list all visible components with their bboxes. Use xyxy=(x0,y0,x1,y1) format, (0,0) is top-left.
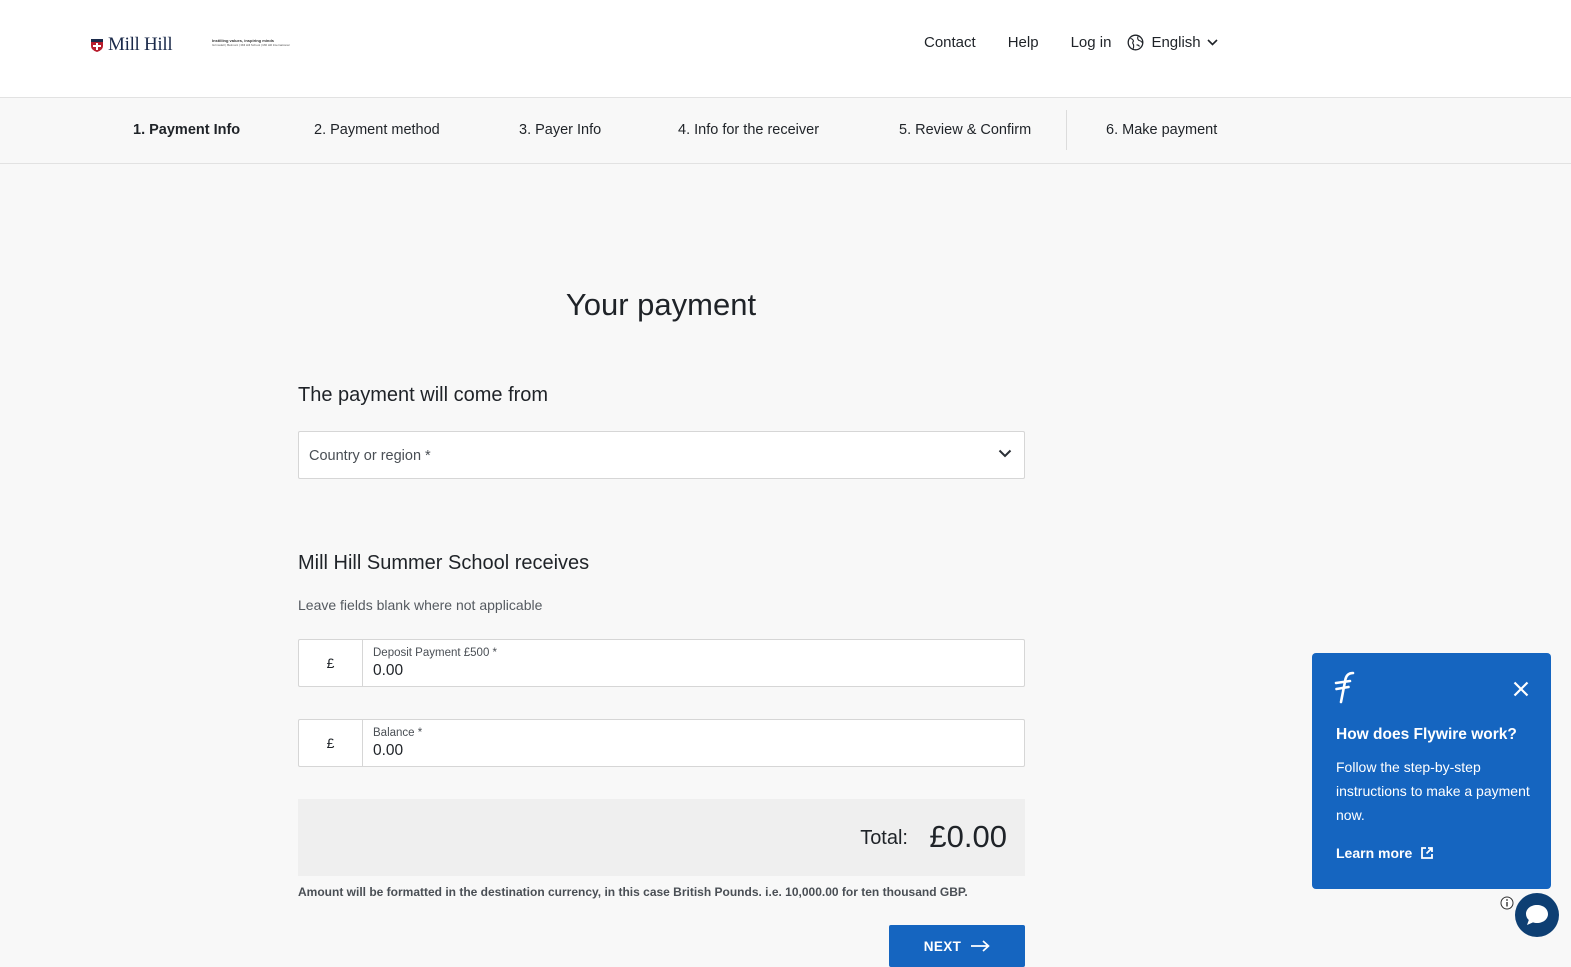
blank-fields-hint: Leave fields blank where not applicable xyxy=(298,597,543,613)
next-button[interactable]: NEXT xyxy=(889,925,1025,967)
step-make-payment: 6. Make payment xyxy=(1106,122,1218,138)
info-icon[interactable] xyxy=(1500,896,1514,910)
step-payment-info: 1. Payment Info xyxy=(133,122,241,138)
next-button-label: NEXT xyxy=(923,938,962,954)
chat-button[interactable] xyxy=(1515,893,1559,937)
balance-field: £ Balance * xyxy=(298,719,1025,767)
top-nav: Contact Help Log in English xyxy=(924,34,1225,51)
payment-from-heading: The payment will come from xyxy=(298,384,549,406)
language-label: English xyxy=(1151,34,1201,51)
step-info-receiver: 4. Info for the receiver xyxy=(678,122,820,138)
close-icon[interactable] xyxy=(1513,681,1529,697)
learn-more-link[interactable]: Learn more xyxy=(1336,845,1434,861)
shield-icon xyxy=(91,38,103,52)
balance-label: Balance * xyxy=(373,727,423,739)
currency-symbol: £ xyxy=(299,640,363,686)
logo-text: Mill Hill xyxy=(108,34,173,55)
step-payer-info: 3. Payer Info xyxy=(519,122,602,138)
contact-link[interactable]: Contact xyxy=(924,34,976,51)
deposit-label: Deposit Payment £500 * xyxy=(373,647,498,659)
popup-body: Follow the step-by-step instructions to … xyxy=(1336,759,1530,823)
total-value: £0.00 xyxy=(929,819,1007,854)
chevron-down-icon xyxy=(1207,39,1218,46)
site-header: Mill Hill Instilling values, inspiring m… xyxy=(0,0,1571,98)
step-review-confirm: 5. Review & Confirm xyxy=(899,122,1032,138)
country-placeholder: Country or region * xyxy=(309,448,431,464)
flywire-help-popup: How does Flywire work? Follow the step-b… xyxy=(1312,653,1551,889)
help-link[interactable]: Help xyxy=(1008,34,1039,51)
deposit-input[interactable] xyxy=(373,662,973,680)
progress-steps: 1. Payment Info 2. Payment method 3. Pay… xyxy=(0,98,1571,164)
total-label: Total: xyxy=(860,827,908,849)
globe-icon xyxy=(1127,34,1144,51)
arrow-right-icon xyxy=(971,940,991,952)
currency-format-note: Amount will be formatted in the destinat… xyxy=(298,885,968,899)
tagline-line2: Grimsdell | Belmont | Mill Hill School |… xyxy=(212,43,290,47)
logo-tagline: Instilling values, inspiring minds Grims… xyxy=(212,38,322,47)
external-link-icon xyxy=(1421,847,1434,859)
mill-hill-logo[interactable]: Mill Hill xyxy=(91,34,173,56)
language-selector[interactable]: English xyxy=(1127,34,1224,51)
balance-input-wrap: Balance * xyxy=(363,720,1024,766)
popup-heading: How does Flywire work? xyxy=(1336,726,1517,743)
chevron-down-icon xyxy=(998,449,1012,458)
steps-divider xyxy=(1066,110,1067,150)
deposit-payment-field: £ Deposit Payment £500 * xyxy=(298,639,1025,687)
balance-input[interactable] xyxy=(373,742,973,760)
learn-more-label: Learn more xyxy=(1336,845,1413,861)
page-title: Your payment xyxy=(565,287,757,322)
chat-bubble-icon xyxy=(1526,905,1548,925)
flywire-logo-icon xyxy=(1334,671,1355,704)
deposit-input-wrap: Deposit Payment £500 * xyxy=(363,640,1024,686)
country-select[interactable]: Country or region * xyxy=(298,431,1025,479)
total-box: Total: £0.00 xyxy=(298,799,1025,876)
receiver-heading: Mill Hill Summer School receives xyxy=(298,552,590,574)
currency-symbol: £ xyxy=(299,720,363,766)
login-link[interactable]: Log in xyxy=(1071,34,1112,51)
step-payment-method: 2. Payment method xyxy=(314,122,440,138)
